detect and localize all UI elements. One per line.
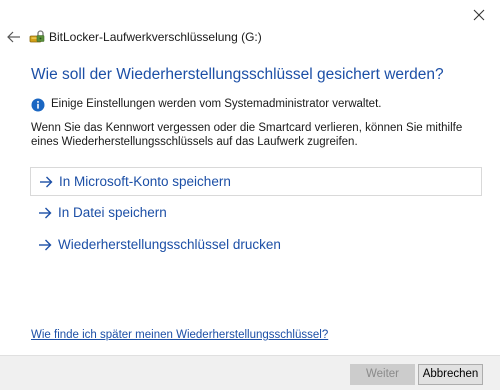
back-arrow-icon [7, 31, 20, 43]
next-button[interactable]: Weiter [350, 364, 415, 385]
close-button[interactable] [470, 6, 488, 24]
bitlocker-drive-icon [29, 29, 45, 45]
info-text: Einige Einstellungen werden vom Systemad… [51, 98, 382, 110]
page-heading: Wie soll der Wiederherstellungsschlüssel… [31, 66, 444, 83]
help-link-find-recovery-key[interactable]: Wie finde ich später meinen Wiederherste… [31, 329, 328, 341]
back-button[interactable] [6, 30, 22, 44]
footer-bar: Weiter Abbrechen [0, 355, 500, 390]
option-label: Wiederherstellungsschlüssel drucken [58, 237, 281, 252]
arrow-right-icon [39, 239, 52, 251]
close-icon [473, 9, 485, 21]
option-save-microsoft-account[interactable]: In Microsoft-Konto speichern [30, 167, 482, 196]
arrow-right-icon [39, 207, 52, 219]
bitlocker-dialog: BitLocker-Laufwerkverschlüsselung (G:) W… [0, 0, 500, 390]
option-label: In Microsoft-Konto speichern [59, 174, 231, 189]
cancel-button[interactable]: Abbrechen [418, 364, 483, 385]
option-label: In Datei speichern [58, 205, 167, 220]
description-text: Wenn Sie das Kennwort vergessen oder die… [31, 122, 463, 148]
option-save-to-file[interactable]: In Datei speichern [30, 199, 482, 228]
arrow-right-icon [40, 176, 53, 188]
option-print-recovery-key[interactable]: Wiederherstellungsschlüssel drucken [30, 231, 482, 260]
window-title: BitLocker-Laufwerkverschlüsselung (G:) [49, 30, 262, 44]
info-icon [31, 98, 45, 112]
